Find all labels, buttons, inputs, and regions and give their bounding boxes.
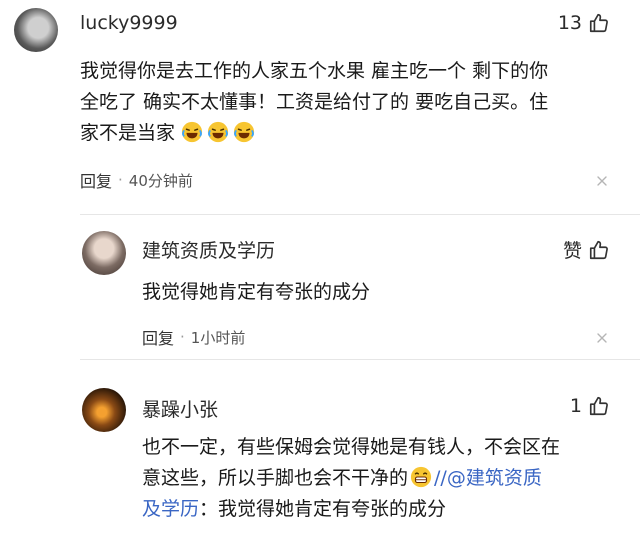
- comment-text-segment: 意这些，所以手脚也会不干净的: [142, 467, 409, 489]
- comment-meta: 回复 · 40分钟前: [80, 168, 193, 192]
- laughing-crying-emoji: [233, 121, 255, 143]
- like-count: 13: [557, 12, 582, 34]
- timestamp: 1小时前: [190, 328, 246, 347]
- like-button[interactable]: 13: [558, 12, 610, 34]
- mention-link[interactable]: 及学历: [142, 498, 199, 520]
- comment-text: 我觉得她肯定有夸张的成分: [142, 281, 371, 303]
- comment-item: lucky9999 13 我觉得你是去工作的人家五个水果 雇主吃一个 剩下的你 …: [0, 0, 640, 215]
- comment-text-segment: ：我觉得她肯定有夸张的成分: [199, 498, 447, 520]
- grinning-emoji: [410, 466, 432, 488]
- mention-link[interactable]: //@建筑资质: [434, 467, 542, 489]
- comment-text-line: 家不是当家: [80, 118, 548, 149]
- comment-meta: 回复 · 1小时前: [142, 325, 245, 349]
- separator-dot: ·: [118, 171, 123, 189]
- comment-item: 建筑资质及学历 赞 我觉得她肯定有夸张的成分 回复 · 1小时前: [0, 215, 640, 360]
- comment-text-line: 意这些，所以手脚也会不干净的 //@建筑资质: [142, 463, 560, 494]
- comment-text-segment: 家不是当家: [80, 122, 176, 144]
- thumbs-up-icon: [589, 396, 608, 416]
- timestamp: 40分钟前: [128, 171, 193, 190]
- like-count: 1: [569, 395, 582, 417]
- comment-text-line: 全吃了 确实不太懂事！工资是给付了的 要吃自己买。住: [80, 91, 549, 113]
- laughing-crying-emoji: [207, 121, 229, 143]
- avatar[interactable]: [14, 8, 58, 52]
- like-button[interactable]: 1: [570, 395, 610, 417]
- reply-button[interactable]: 回复: [142, 325, 174, 349]
- comment-item: 暴躁小张 1 也不一定，有些保姆会觉得她是有钱人，不会区在 意这些，所以手脚也会…: [0, 360, 640, 542]
- comment-text: 我觉得你是去工作的人家五个水果 雇主吃一个 剩下的你 全吃了 确实不太懂事！工资…: [80, 56, 548, 149]
- username[interactable]: lucky9999: [80, 12, 178, 34]
- comment-text-line: 我觉得你是去工作的人家五个水果 雇主吃一个 剩下的你: [80, 60, 549, 82]
- comment-text: 也不一定，有些保姆会觉得她是有钱人，不会区在 意这些，所以手脚也会不干净的 //@…: [142, 432, 560, 525]
- avatar[interactable]: [82, 388, 126, 432]
- reply-button[interactable]: 回复: [80, 168, 112, 192]
- avatar[interactable]: [82, 231, 126, 275]
- comment-text-line: 及学历：我觉得她肯定有夸张的成分: [142, 494, 560, 525]
- thumbs-up-icon: [589, 13, 608, 33]
- separator-dot: ·: [180, 328, 185, 346]
- thumbs-up-icon: [589, 240, 608, 259]
- like-label: 赞: [562, 240, 582, 262]
- comment-text-line: 也不一定，有些保姆会觉得她是有钱人，不会区在: [142, 436, 561, 458]
- close-icon[interactable]: [596, 175, 608, 187]
- username[interactable]: 暴躁小张: [142, 395, 218, 422]
- like-button[interactable]: 赞: [563, 236, 610, 263]
- laughing-crying-emoji: [181, 121, 203, 143]
- username[interactable]: 建筑资质及学历: [142, 236, 275, 263]
- close-icon[interactable]: [596, 332, 608, 344]
